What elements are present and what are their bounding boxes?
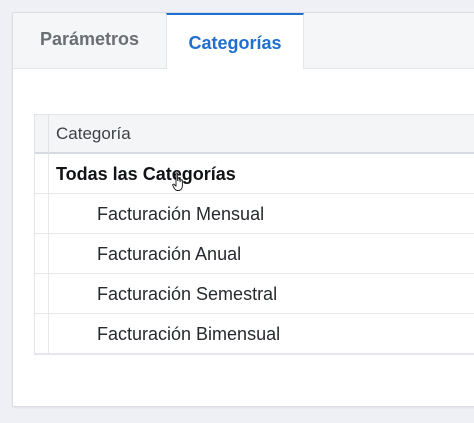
tab-categorias[interactable]: Categorías [166, 13, 304, 69]
tree-row-label: Todas las Categorías [56, 164, 236, 184]
tree-row-child[interactable]: Facturación Anual [35, 234, 474, 274]
category-grid: Categoría Todas las Categorías Facturaci… [34, 114, 474, 355]
tree-row-root[interactable]: Todas las Categorías [35, 154, 474, 194]
tab-parametros[interactable]: Parámetros [13, 13, 166, 68]
tree-row-label: Facturación Mensual [97, 204, 265, 224]
row-gutter [35, 274, 49, 313]
row-gutter [35, 314, 49, 353]
categories-panel: Parámetros Categorías Categoría Todas la… [12, 12, 474, 407]
tree-row-child[interactable]: Facturación Semestral [35, 274, 474, 314]
tree-row-label: Facturación Bimensual [97, 324, 281, 344]
row-gutter [35, 234, 49, 273]
row-gutter [35, 154, 49, 193]
tree-row-child[interactable]: Facturación Mensual [35, 194, 474, 234]
header-gutter [35, 115, 49, 153]
tree-row-label: Facturación Anual [97, 244, 242, 264]
column-header-categoria[interactable]: Categoría [56, 124, 131, 144]
tree-row-label: Facturación Semestral [97, 284, 278, 304]
row-gutter [35, 194, 49, 233]
tree-row-child[interactable]: Facturación Bimensual [35, 314, 474, 354]
tab-bar: Parámetros Categorías [13, 13, 474, 69]
grid-header: Categoría [35, 114, 474, 154]
